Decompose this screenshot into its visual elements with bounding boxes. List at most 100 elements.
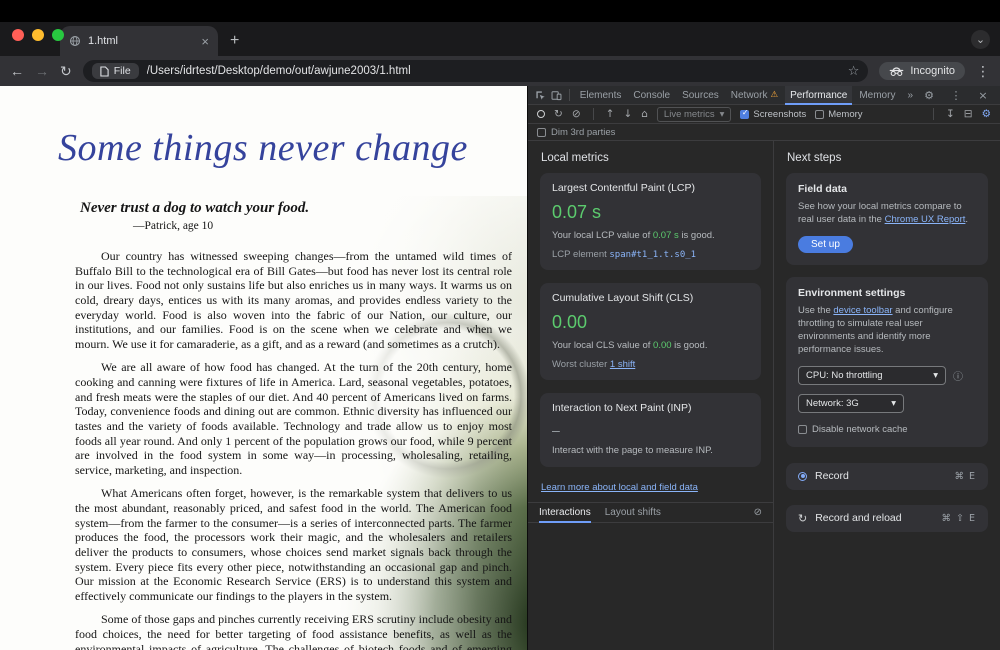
tab-memory[interactable]: Memory (854, 86, 900, 105)
tab-network[interactable]: Network ⚠ (726, 86, 783, 105)
save-profile-icon[interactable]: ↓ (623, 109, 632, 120)
browser-toolbar: ← → ↻ File /Users/idrtest/Desktop/demo/o… (0, 56, 1000, 86)
reload-icon[interactable]: ↻ (60, 64, 72, 78)
field-data-text-suffix: . (965, 214, 968, 225)
record-blue-icon (798, 472, 807, 481)
cls-cluster-label: Worst cluster (552, 359, 610, 370)
learn-more-row: Learn more about local and field data (541, 482, 760, 493)
tab-elements[interactable]: Elements (575, 86, 627, 105)
checkbox-icon (815, 110, 824, 119)
minimize-window-button[interactable] (32, 29, 44, 41)
article-body: Our country has witnessed sweeping chang… (75, 249, 512, 650)
devtools-panel: Elements Console Sources Network ⚠ Perfo… (527, 86, 1000, 650)
save-icon[interactable]: ↧ (946, 109, 955, 120)
load-profile-icon[interactable]: ↑ (606, 109, 615, 120)
titlebar (0, 0, 1000, 22)
devtools-menu-icon[interactable]: ⋮ (947, 86, 965, 105)
capture-settings-gear-icon[interactable]: ⚙ (982, 109, 991, 120)
screenshots-checkbox[interactable]: Screenshots (740, 109, 806, 120)
tab-layout-shifts[interactable]: Layout shifts (605, 502, 661, 523)
window-controls (12, 29, 64, 41)
network-throttling-select[interactable]: Network: 3G ▾ (798, 394, 904, 413)
content-area: Some things never change Never trust a d… (0, 86, 1000, 650)
set-up-button[interactable]: Set up (798, 236, 853, 253)
dock-icon[interactable]: ⊟ (964, 109, 973, 120)
browser-menu-icon[interactable]: ⋮ (976, 63, 990, 80)
article-paragraph: Our country has witnessed sweeping chang… (75, 249, 512, 351)
lcp-description: Your local LCP value of 0.07 s is good. (552, 230, 749, 243)
block-icon[interactable]: ⊘ (754, 507, 762, 518)
cls-desc-prefix: Your local CLS value of (552, 340, 653, 351)
close-devtools-icon[interactable]: × (974, 86, 992, 105)
device-toolbar-link[interactable]: device toolbar (833, 305, 892, 316)
lcp-desc-suffix: is good. (679, 230, 715, 241)
article-attribution: —Patrick, age 10 (133, 220, 527, 232)
crux-report-link[interactable]: Chrome UX Report (885, 214, 966, 225)
new-tab-button[interactable]: + (230, 33, 239, 49)
tab-sources[interactable]: Sources (677, 86, 724, 105)
article-subtitle: Never trust a dog to watch your food. (80, 200, 527, 217)
info-icon[interactable]: ⓘ (953, 368, 963, 383)
browser-tab[interactable]: 1.html × (60, 26, 218, 56)
tab-close-icon[interactable]: × (201, 35, 209, 48)
url-text[interactable]: /Users/idrtest/Desktop/demo/out/awjune20… (147, 65, 840, 77)
settings-gear-icon[interactable]: ⚙ (920, 86, 938, 105)
bookmark-star-icon[interactable]: ☆ (848, 63, 860, 79)
forward-icon[interactable]: → (35, 64, 49, 78)
devtools-tab-bar: Elements Console Sources Network ⚠ Perfo… (528, 86, 1000, 105)
close-window-button[interactable] (12, 29, 24, 41)
cpu-throttling-select[interactable]: CPU: No throttling ▾ (798, 366, 946, 385)
field-data-body: See how your local metrics compare to re… (798, 200, 976, 227)
record-shortcut: ⌘ E (954, 471, 976, 482)
inp-title: Interaction to Next Paint (INP) (552, 402, 749, 414)
cls-description: Your local CLS value of 0.00 is good. (552, 340, 749, 353)
cls-cluster-link[interactable]: 1 shift (610, 359, 635, 370)
inspect-element-icon[interactable] (534, 86, 548, 105)
lcp-element-row: LCP element span#t1_1.t.s0_1 (552, 249, 749, 260)
memory-checkbox[interactable]: Memory (815, 109, 862, 120)
record-reload-icon[interactable]: ↻ (554, 109, 563, 120)
tab-performance[interactable]: Performance (785, 86, 852, 105)
tab-console[interactable]: Console (628, 86, 675, 105)
tab-strip: 1.html × + ⌄ (0, 22, 1000, 56)
record-reload-label: Record and reload (815, 512, 901, 524)
dim-label: Dim 3rd parties (551, 127, 615, 138)
tab-network-label: Network (731, 90, 768, 101)
browser-window: 1.html × + ⌄ ← → ↻ File /Users/idrtest/D… (0, 0, 1000, 650)
network-throttling-row: Network: 3G ▾ (798, 394, 976, 413)
disable-cache-row[interactable]: Disable network cache (798, 424, 976, 435)
back-icon[interactable]: ← (10, 64, 24, 78)
incognito-icon (889, 66, 904, 76)
lcp-value: 0.07 s (552, 202, 749, 223)
tab-search-button[interactable]: ⌄ (971, 30, 990, 49)
device-toolbar-icon[interactable] (550, 86, 564, 105)
tab-interactions[interactable]: Interactions (539, 502, 591, 523)
chevron-down-icon: ▾ (720, 109, 725, 120)
record-and-reload-button[interactable]: ↻ Record and reload ⌘ ⇧ E (786, 505, 988, 532)
zoom-window-button[interactable] (52, 29, 64, 41)
record-icon[interactable] (537, 110, 545, 118)
lcp-element-link[interactable]: span#t1_1.t.s0_1 (609, 250, 696, 260)
page-viewport: Some things never change Never trust a d… (0, 86, 527, 650)
file-chip[interactable]: File (92, 63, 139, 79)
address-bar[interactable]: File /Users/idrtest/Desktop/demo/out/awj… (83, 60, 869, 82)
more-tabs-icon[interactable]: » (902, 86, 918, 105)
clear-icon[interactable]: ⊘ (572, 109, 581, 120)
inp-description: Interact with the page to measure INP. (552, 445, 749, 458)
lcp-element-label: LCP element (552, 249, 609, 260)
checkbox-checked-icon (740, 110, 749, 119)
incognito-label: Incognito (910, 65, 955, 77)
chevron-down-icon: ▾ (933, 370, 938, 381)
dim-checkbox[interactable] (537, 128, 546, 137)
lcp-title: Largest Contentful Paint (LCP) (552, 182, 749, 194)
article-paragraph: We are all aware of how food has changed… (75, 360, 512, 477)
article-title: Some things never change (58, 126, 527, 170)
learn-more-link[interactable]: Learn more about local and field data (541, 482, 698, 493)
disable-cache-checkbox[interactable] (798, 425, 807, 434)
file-chip-label: File (114, 65, 131, 77)
environment-settings-body: Use the device toolbar and configure thr… (798, 304, 976, 357)
history-dropdown[interactable]: Live metrics ▾ (657, 107, 731, 122)
lcp-desc-prefix: Your local LCP value of (552, 230, 653, 241)
record-button[interactable]: Record ⌘ E (786, 463, 988, 490)
home-icon[interactable]: ⌂ (641, 109, 648, 120)
